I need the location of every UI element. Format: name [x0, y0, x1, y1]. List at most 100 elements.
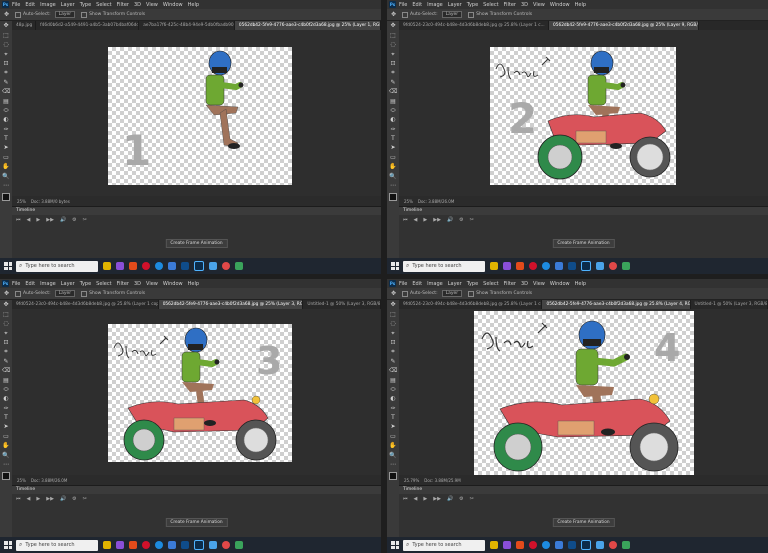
outlook-icon[interactable]: [181, 262, 189, 270]
type-tool[interactable]: T: [389, 135, 397, 143]
menu-help[interactable]: Help: [575, 281, 586, 287]
widgets-icon[interactable]: [490, 541, 498, 549]
marquee-tool[interactable]: ⬚: [389, 32, 397, 40]
menu-type[interactable]: Type: [467, 2, 478, 8]
zoom-level[interactable]: 25%: [17, 199, 26, 204]
opera-browser-icon[interactable]: [529, 262, 537, 270]
app-icon[interactable]: [596, 262, 604, 270]
widgets-icon[interactable]: [103, 262, 111, 270]
brush-tool[interactable]: ✎: [389, 79, 397, 87]
brush-tool[interactable]: ✎: [389, 358, 397, 366]
crop-tool[interactable]: ⊡: [389, 339, 397, 347]
menu-type[interactable]: Type: [80, 281, 91, 287]
photoshop-taskbar-icon[interactable]: [194, 261, 204, 271]
document-canvas[interactable]: 2: [490, 47, 676, 185]
file-explorer-icon[interactable]: [168, 541, 176, 549]
path-select-tool[interactable]: ➤: [2, 144, 10, 152]
auto-select-checkbox[interactable]: [402, 11, 409, 18]
create-frame-animation-button[interactable]: Create Frame Animation: [165, 518, 228, 527]
blur-tool[interactable]: ⬭: [389, 386, 397, 394]
edge-browser-icon[interactable]: [155, 262, 163, 270]
type-tool[interactable]: T: [389, 414, 397, 422]
menu-image[interactable]: Image: [427, 281, 443, 287]
move-tool[interactable]: ✥: [389, 22, 397, 30]
app-icon[interactable]: [622, 262, 630, 270]
menu-window[interactable]: Window: [550, 281, 570, 287]
brave-browser-icon[interactable]: [516, 541, 524, 549]
document-tab[interactable]: 9fd0524-23c0-494c-b48e-4d3d6b8deb8.jpg @…: [399, 21, 549, 30]
menu-layer[interactable]: Layer: [61, 281, 75, 287]
gradient-tool[interactable]: ▤: [389, 98, 397, 106]
taskbar-search-box[interactable]: ⌕ Type here to search: [16, 260, 98, 272]
create-frame-animation-button[interactable]: Create Frame Animation: [165, 239, 228, 248]
pen-tool[interactable]: ✑: [2, 126, 10, 134]
menu-select[interactable]: Select: [483, 281, 498, 287]
document-canvas[interactable]: 1: [108, 47, 292, 185]
taskbar-search-box[interactable]: ⌕ Type here to search: [403, 260, 485, 272]
document-tab[interactable]: Untitled-1 @ 50% (Layer 3, RGB/8#): [303, 300, 381, 309]
taskbar-search-box[interactable]: ⌕ Type here to search: [16, 539, 98, 551]
menu-image[interactable]: Image: [40, 2, 56, 8]
create-frame-animation-button[interactable]: Create Frame Animation: [552, 518, 615, 527]
opera-browser-icon[interactable]: [142, 541, 150, 549]
frame-tool[interactable]: ⌗: [2, 348, 10, 356]
document-tab-active[interactable]: 0562db42-5fe9-4776-aae3-c4b0f2d3a68.jpg …: [542, 300, 691, 309]
first-frame-icon[interactable]: ⏮: [16, 217, 21, 223]
marquee-tool[interactable]: ⬚: [2, 32, 10, 40]
menu-view[interactable]: View: [533, 2, 545, 8]
app-icon[interactable]: [209, 541, 217, 549]
crop-tool[interactable]: ⊡: [2, 339, 10, 347]
first-frame-icon[interactable]: ⏮: [403, 496, 408, 502]
gradient-tool[interactable]: ▤: [2, 98, 10, 106]
audio-icon[interactable]: 🔊: [60, 496, 66, 502]
document-tab[interactable]: Untitled-1 @ 50% (Layer 3, RGB/8#): [691, 300, 768, 309]
play-icon[interactable]: ▶: [36, 217, 40, 223]
chrome-browser-icon[interactable]: [609, 262, 617, 270]
menu-help[interactable]: Help: [575, 2, 586, 8]
menu-view[interactable]: View: [533, 281, 545, 287]
eraser-tool[interactable]: ⌫: [2, 88, 10, 96]
more-tools[interactable]: ⋯: [389, 461, 397, 469]
shape-tool[interactable]: ▭: [2, 433, 10, 441]
edge-browser-icon[interactable]: [542, 262, 550, 270]
layer-select-dropdown[interactable]: Layer: [441, 11, 463, 18]
app-icon[interactable]: [209, 262, 217, 270]
more-tools[interactable]: ⋯: [2, 461, 10, 469]
path-select-tool[interactable]: ➤: [2, 423, 10, 431]
document-tab[interactable]: 9fd0524-23c0-494c-b48e-4d3d6b8deb8.jpg @…: [12, 300, 159, 309]
menu-3d[interactable]: 3D: [134, 281, 141, 287]
type-tool[interactable]: T: [2, 414, 10, 422]
hand-tool[interactable]: ✋: [2, 163, 10, 171]
split-icon[interactable]: ✂: [83, 217, 87, 223]
lasso-tool[interactable]: ◌: [2, 41, 10, 49]
brave-browser-icon[interactable]: [516, 262, 524, 270]
menu-file[interactable]: File: [399, 2, 407, 8]
frame-tool[interactable]: ⌗: [2, 69, 10, 77]
brave-browser-icon[interactable]: [129, 262, 137, 270]
more-tools[interactable]: ⋯: [389, 182, 397, 190]
foreground-color-swatch[interactable]: [2, 193, 10, 202]
app-icon[interactable]: [503, 262, 511, 270]
menu-edit[interactable]: Edit: [412, 281, 422, 287]
move-tool-icon[interactable]: ✥: [391, 290, 396, 297]
file-explorer-icon[interactable]: [555, 541, 563, 549]
menu-3d[interactable]: 3D: [521, 2, 528, 8]
chrome-browser-icon[interactable]: [222, 262, 230, 270]
hand-tool[interactable]: ✋: [389, 163, 397, 171]
crop-tool[interactable]: ⊡: [389, 60, 397, 68]
path-select-tool[interactable]: ➤: [389, 423, 397, 431]
menu-file[interactable]: File: [12, 2, 20, 8]
widgets-icon[interactable]: [103, 541, 111, 549]
blur-tool[interactable]: ⬭: [2, 386, 10, 394]
document-tab-active[interactable]: 0562db42-5fe9-4776-aae3-c4b0f2d3a68.jpg …: [549, 21, 699, 30]
dodge-tool[interactable]: ◐: [389, 116, 397, 124]
split-icon[interactable]: ✂: [470, 496, 474, 502]
next-frame-icon[interactable]: ▶▶: [433, 217, 441, 223]
document-canvas[interactable]: 4: [474, 311, 694, 475]
brave-browser-icon[interactable]: [129, 541, 137, 549]
dodge-tool[interactable]: ◐: [2, 116, 10, 124]
quick-select-tool[interactable]: ⌖: [389, 330, 397, 338]
quick-select-tool[interactable]: ⌖: [389, 51, 397, 59]
frame-tool[interactable]: ⌗: [389, 348, 397, 356]
document-tab[interactable]: 9fd0524-23c0-494c-b48e-4d3d6b8deb8.jpg @…: [399, 300, 543, 309]
